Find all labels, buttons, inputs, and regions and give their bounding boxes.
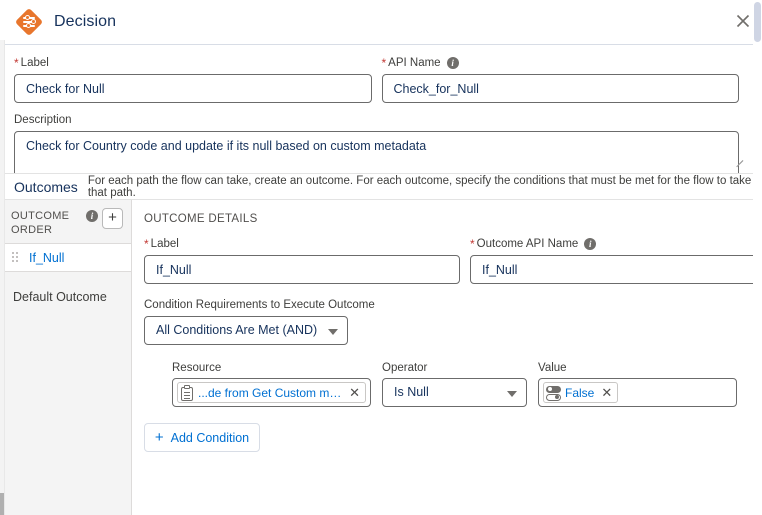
add-outcome-button[interactable]: + (102, 208, 123, 229)
outcome-api-name-input[interactable] (470, 255, 762, 284)
condition-value-group: Value False ✕ (538, 362, 737, 407)
condition-requirements-group: Condition Requirements to Execute Outcom… (144, 298, 762, 345)
condition-requirements-select-wrap: All Conditions Are Met (AND) (144, 316, 348, 345)
left-scrollbar-thumb[interactable] (0, 493, 4, 515)
sidebar-item-default-outcome[interactable]: Default Outcome (0, 282, 131, 311)
condition-requirements-select[interactable]: All Conditions Are Met (AND) (144, 316, 348, 345)
outcome-api-name-field-group: * Outcome API Name i (470, 237, 762, 284)
outcome-label-label-text: Label (150, 238, 179, 250)
required-indicator: * (470, 237, 475, 251)
add-condition-label: Add Condition (170, 430, 250, 445)
description-field-label-text: Description (14, 114, 72, 126)
outcomes-section-header: Outcomes For each path the flow can take… (0, 173, 753, 200)
drag-handle-icon[interactable] (11, 251, 20, 264)
outcome-order-sidebar: OUTCOME ORDER i + If_Null Default Outcom… (0, 200, 132, 515)
outcome-api-name-field-label: * Outcome API Name i (470, 237, 762, 251)
outcomes-description: For each path the flow can take, create … (87, 174, 752, 199)
outcome-details-title: OUTCOME DETAILS (144, 213, 258, 225)
outcome-details-panel: OUTCOME DETAILS * Label * Outcome API Na… (132, 200, 762, 515)
info-icon[interactable]: i (86, 210, 98, 222)
operator-select-wrap: Is Null (382, 378, 527, 407)
info-icon[interactable]: i (446, 57, 459, 69)
api-name-field-label: * API Name i (382, 56, 740, 70)
outcome-api-name-label-text: Outcome API Name (476, 238, 579, 250)
value-combobox[interactable]: False ✕ (538, 378, 737, 407)
remove-value-icon[interactable]: ✕ (599, 386, 614, 399)
left-scrollbar[interactable] (0, 40, 5, 515)
value-pill[interactable]: False ✕ (543, 382, 619, 403)
add-condition-button[interactable]: + Add Condition (144, 423, 260, 452)
label-input[interactable] (14, 74, 372, 103)
condition-row: Resource ...de from Get Custom metadata (172, 362, 762, 407)
api-name-field-group: * API Name i (381, 56, 740, 103)
info-icon[interactable]: i (584, 238, 597, 250)
outcome-label-input[interactable] (144, 255, 460, 284)
condition-resource-group: Resource ...de from Get Custom metadata (172, 362, 371, 407)
api-name-field-label-text: API Name (388, 57, 441, 69)
outcome-label-field-label: * Label (144, 237, 460, 251)
label-api-row: * Label * API Name i (14, 56, 739, 103)
outcomes-body: OUTCOME ORDER i + If_Null Default Outcom… (0, 200, 762, 515)
condition-operator-group: Operator Is Null (382, 362, 527, 407)
sidebar-item-if-null[interactable]: If_Null (0, 243, 131, 272)
condition-requirements-label-text: Condition Requirements to Execute Outcom… (144, 299, 375, 311)
required-indicator: * (381, 56, 387, 70)
plus-icon: + (154, 428, 164, 446)
outcome-item-label: Default Outcome (13, 289, 107, 304)
outcome-label-field-group: * Label (144, 237, 460, 284)
outcome-detail-fields-row: * Label * Outcome API Name i (144, 237, 762, 284)
close-icon[interactable] (732, 10, 754, 32)
vertical-scrollbar-thumb[interactable] (754, 2, 761, 42)
required-indicator: * (14, 56, 19, 70)
modal-header: Decision (0, 0, 753, 45)
decision-diamond-icon (14, 7, 44, 37)
outcome-order-header: OUTCOME ORDER i + (0, 200, 131, 243)
label-field-label-text: Label (20, 57, 49, 69)
remove-resource-icon[interactable]: ✕ (347, 386, 362, 399)
outcome-item-label: If_Null (29, 250, 65, 265)
label-field-group: * Label (14, 56, 372, 103)
decision-editor-window: Decision * Label * API Name i (0, 0, 762, 515)
resource-column-label: Resource (172, 362, 222, 374)
vertical-scrollbar[interactable] (753, 0, 762, 515)
operator-column-label: Operator (382, 362, 428, 374)
outcomes-heading: Outcomes (14, 178, 78, 195)
resource-pill[interactable]: ...de from Get Custom metadata ✕ (177, 382, 366, 403)
description-field-label: Description (14, 113, 739, 127)
value-pill-text: False (565, 385, 595, 400)
boolean-toggle-icon (546, 385, 561, 401)
resource-combobox[interactable]: ...de from Get Custom metadata ✕ (172, 378, 371, 407)
label-field-label: * Label (14, 56, 372, 70)
required-indicator: * (144, 237, 149, 251)
page-title: Decision (54, 13, 117, 30)
value-column-label: Value (538, 362, 567, 374)
top-form: * Label * API Name i Description (0, 45, 753, 186)
api-name-input[interactable] (381, 74, 739, 103)
outcome-order-title: OUTCOME ORDER (11, 210, 70, 236)
condition-requirements-label: Condition Requirements to Execute Outcom… (144, 298, 762, 312)
resource-pill-text: ...de from Get Custom metadata (198, 385, 342, 400)
operator-select[interactable]: Is Null (382, 378, 527, 407)
record-clipboard-icon (180, 384, 194, 401)
